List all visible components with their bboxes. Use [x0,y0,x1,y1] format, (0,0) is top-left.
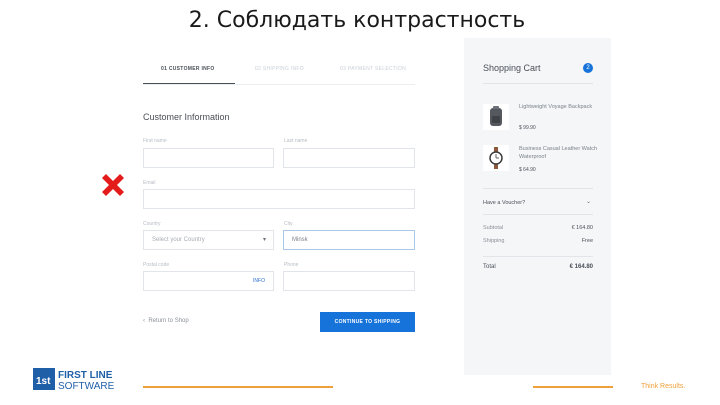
total-label: Total [483,264,496,270]
country-label: Country [143,221,161,227]
return-to-shop-label: Return to Shop [148,318,189,324]
postal-info-link[interactable]: INFO [253,278,265,284]
section-title: Customer Information [143,112,230,122]
city-field[interactable]: Minsk [283,230,415,250]
red-cross-icon [102,174,124,196]
watch-icon [489,147,503,169]
subtotal-value: € 164.80 [571,225,593,231]
step-shipping-info[interactable]: 02 SHIPPING INFO [255,66,304,72]
email-label: Email [143,180,156,186]
chevron-down-icon: ▾ [262,237,266,243]
cart-title: Shopping Cart [483,63,541,73]
last-name-label: Last name [284,138,308,144]
country-select[interactable]: Select your Country ▾ [143,230,274,250]
last-name-field[interactable] [283,148,415,168]
city-value: Minsk [292,237,308,243]
footer-line [533,386,613,388]
first-line-software-logo: 1st FIRST LINE SOFTWARE [33,366,143,392]
first-name-label: First name [143,138,167,144]
postal-code-field[interactable]: INFO [143,271,274,291]
shopping-cart-panel: Shopping Cart 2 Lightweight Voyage Backp… [464,38,611,375]
city-label: City [284,221,293,227]
phone-field[interactable] [283,271,415,291]
cart-divider [483,188,593,189]
phone-label: Phone [284,262,299,268]
cart-item-price: $ 64.90 [519,167,536,173]
email-field[interactable] [143,189,415,209]
cart-divider [483,214,593,215]
continue-to-shipping-button[interactable]: CONTINUE TO SHIPPING [320,312,415,332]
chevron-down-icon[interactable]: ⌄ [586,198,591,205]
step-payment-selection[interactable]: 03 PAYMENT SELECTION [340,66,406,72]
voucher-toggle[interactable]: Have a Voucher? [483,200,525,206]
svg-text:1st: 1st [36,376,51,387]
tagline: Think Results. [641,383,686,390]
shipping-label: Shipping [483,238,505,244]
cart-item-name[interactable]: Lightweight Voyage Backpack [519,103,599,111]
logo-mark: 1st FIRST LINE SOFTWARE [33,368,115,392]
steps-divider [143,84,415,85]
cart-divider [483,256,593,257]
first-name-field[interactable] [143,148,274,168]
cart-item-name[interactable]: Business Casual Leather Watch Waterproof [519,145,599,161]
cart-item-price: $ 99.90 [519,125,536,131]
total-value: € 164.80 [569,264,593,270]
svg-text:FIRST LINE: FIRST LINE [58,370,113,381]
shipping-value: Free [581,238,593,244]
backpack-thumbnail [483,104,509,130]
step-customer-info[interactable]: 01 CUSTOMER INFO [161,66,215,72]
backpack-icon [490,106,502,126]
subtotal-label: Subtotal [483,225,504,231]
watch-thumbnail [483,145,509,171]
svg-text:SOFTWARE: SOFTWARE [58,381,115,392]
checkout-steps: 01 CUSTOMER INFO 02 SHIPPING INFO 03 PAY… [143,60,415,84]
country-value: Select your Country [152,237,205,243]
footer-line [143,386,333,388]
slide-title: 2. Соблюдать контрастность [188,8,526,33]
cart-divider [483,83,593,84]
cart-count-badge[interactable]: 2 [583,63,593,73]
return-to-shop-link[interactable]: ‹ Return to Shop [143,318,189,324]
postal-code-label: Postal code [143,262,170,268]
